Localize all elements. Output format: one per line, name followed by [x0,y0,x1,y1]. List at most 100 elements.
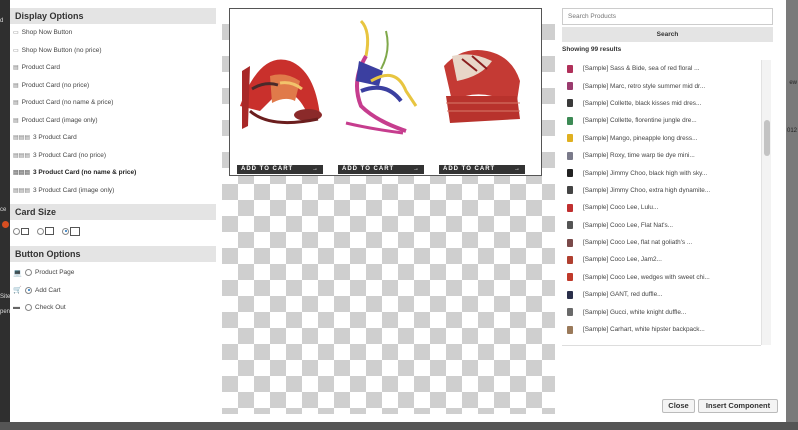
product-card: ADD TO CART → [331,11,426,174]
notification-badge [2,221,9,228]
product-image-lace-up-sandal [345,19,418,135]
display-option-label: Product Card (image only) [21,116,98,124]
insert-component-button[interactable]: Insert Component [698,399,778,413]
product-result-item[interactable]: [Sample] Coco Lee, flat nat goliath's ..… [562,234,761,251]
product-result-label: [Sample] Roxy, time warp tie dye mini... [583,152,695,160]
product-result-item[interactable]: [Sample] Jimmy Choo, black high with sky… [562,164,761,181]
button-outline-icon: ▭ [13,47,19,54]
button-option-product-page[interactable]: 💻 Product Page [10,264,216,282]
display-option[interactable]: ▤ Product Card (no name & price) [10,94,216,112]
display-option[interactable]: ▤ Product Card (image only) [10,112,216,130]
arrow-right-icon: → [312,166,319,172]
display-options-heading: Display Options [10,8,216,24]
search-button[interactable]: Search [562,27,773,42]
display-option[interactable]: ▤▤▤ 3 Product Card (no price) [10,147,216,165]
product-result-label: [Sample] Marc, retro style summer mid dr… [583,82,706,90]
product-image-red-sandal [240,59,322,129]
display-option-label: Product Card (no name & price) [21,99,114,106]
product-search-panel: Search Showing 99 results [Sample] Sass … [562,8,774,346]
product-thumbnail [565,64,575,74]
check-out-radio[interactable] [25,304,32,312]
product-result-label: [Sample] Mango, pineapple long dress... [583,134,698,142]
product-result-label: [Sample] Carhart, white hipster backpack… [583,326,705,334]
search-products-input[interactable] [562,8,773,25]
display-option[interactable]: ▤ Product Card [10,59,216,77]
product-result-label: [Sample] GANT, red duffle... [583,291,663,299]
display-option[interactable]: ▤ Product Card (no price) [10,77,216,95]
display-option[interactable]: ▭ Shop Now Button (no price) [10,42,216,60]
results-scrollbar[interactable] [761,60,771,345]
product-result-label: [Sample] Gucci, white knight duffle... [583,308,687,316]
display-option-label: 3 Product Card (image only) [33,186,115,194]
admin-sidebar-fragment: d ce Site pen [0,0,10,430]
product-thumbnail [565,290,575,300]
admin-text-fragment: ce [0,207,7,213]
product-result-item[interactable]: [Sample] Collette, florentine jungle dre… [562,112,761,129]
display-option[interactable]: ▤▤▤ 3 Product Card (image only) [10,182,216,200]
product-result-item[interactable]: [Sample] Jimmy Choo, extra high dynamite… [562,182,761,199]
product-result-label: [Sample] Coco Lee, Jam2... [583,256,662,264]
card-size-large-option[interactable] [62,226,80,236]
product-thumbnail [565,238,575,248]
button-option-add-cart[interactable]: 🛒 Add Cart [10,282,216,300]
product-result-item[interactable]: [Sample] Carhart, white hipster backpack… [562,321,761,338]
display-options-list: ▭ Shop Now Button ▭ Shop Now Button (no pri… [10,24,216,199]
product-result-item[interactable]: [Sample] Coco Lee, Flat Nat's... [562,217,761,234]
product-thumbnail [565,133,575,143]
product-thumbnail [565,307,575,317]
product-thumbnail [565,203,575,213]
product-result-label: [Sample] Jimmy Choo, black high with sky… [583,169,708,177]
product-result-item[interactable]: [Sample] Coco Lee, Lulu... [562,199,761,216]
product-result-label: [Sample] Coco Lee, flat nat goliath's ..… [583,239,693,247]
laptop-icon: 💻 [13,269,22,277]
product-thumbnail [565,255,575,265]
display-option-label: Product Card [21,64,60,71]
product-result-item[interactable]: [Sample] Collette, black kisses mid dres… [562,95,761,112]
card-size-medium-option[interactable] [37,227,54,235]
triple-card-icon: ▤▤▤ [13,135,31,141]
product-result-item[interactable]: [Sample] Marc, retro style summer mid dr… [562,77,761,94]
admin-text-fragment: 012 [786,128,797,134]
card-icon: ▤ [13,65,19,71]
display-option-label: 3 Product Card [33,134,77,141]
card-size-large-radio[interactable] [62,227,69,235]
product-page-radio[interactable] [25,269,32,277]
display-option-label: Shop Now Button (no price) [21,46,102,54]
card-size-options [10,220,216,242]
add-to-cart-label: ADD TO CART [443,166,496,172]
card-size-heading: Card Size [10,204,216,220]
close-button[interactable]: Close [662,399,695,413]
cart-icon: 🛒 [13,287,22,295]
display-option[interactable]: ▤▤▤ 3 Product Card [10,129,216,147]
product-result-label: [Sample] Collette, black kisses mid dres… [583,99,702,107]
admin-text-fragment: Site [0,294,11,300]
product-result-item[interactable]: [Sample] Coco Lee, Jam2... [562,251,761,268]
display-option[interactable]: ▤▤▤ 3 Product Card (no name & price) [10,164,216,182]
product-preview: ADD TO CART → ADD TO CART → ADD TO CART [229,8,542,176]
results-count: Showing 99 results [562,46,622,53]
card-size-medium-radio[interactable] [37,227,44,235]
options-panel: Display Options ▭ Shop Now Button ▭ Shop No… [10,8,216,317]
add-to-cart-button[interactable]: ADD TO CART → [237,165,323,174]
card-size-small-radio[interactable] [13,227,20,235]
product-result-item[interactable]: [Sample] Sass & Bide, sea of red floral … [562,60,761,77]
add-to-cart-button[interactable]: ADD TO CART → [338,165,424,174]
product-result-item[interactable]: [Sample] Mango, pineapple long dress... [562,130,761,147]
product-result-item[interactable]: [Sample] Roxy, time warp tie dye mini... [562,147,761,164]
card-size-small-option[interactable] [13,227,29,235]
product-result-item[interactable]: [Sample] Coco Lee, wedges with sweet chi… [562,269,761,286]
product-result-item[interactable]: [Sample] GANT, red duffle... [562,286,761,303]
product-result-item[interactable]: [Sample] Gucci, white knight duffle... [562,303,761,320]
display-option-label: Shop Now Button [21,29,73,36]
product-thumbnail [565,151,575,161]
product-thumbnail [565,185,575,195]
button-option-check-out[interactable]: ▬ Check Out [10,299,216,317]
scrollbar-thumb[interactable] [764,120,770,156]
product-result-label: [Sample] Sass & Bide, sea of red floral … [583,65,700,73]
display-option[interactable]: ▭ Shop Now Button [10,24,216,42]
image-large-icon [70,226,80,236]
add-cart-radio[interactable] [25,286,32,294]
admin-text-fragment: pen [0,309,11,315]
add-to-cart-button[interactable]: ADD TO CART → [439,165,525,174]
arrow-right-icon: → [514,166,521,172]
